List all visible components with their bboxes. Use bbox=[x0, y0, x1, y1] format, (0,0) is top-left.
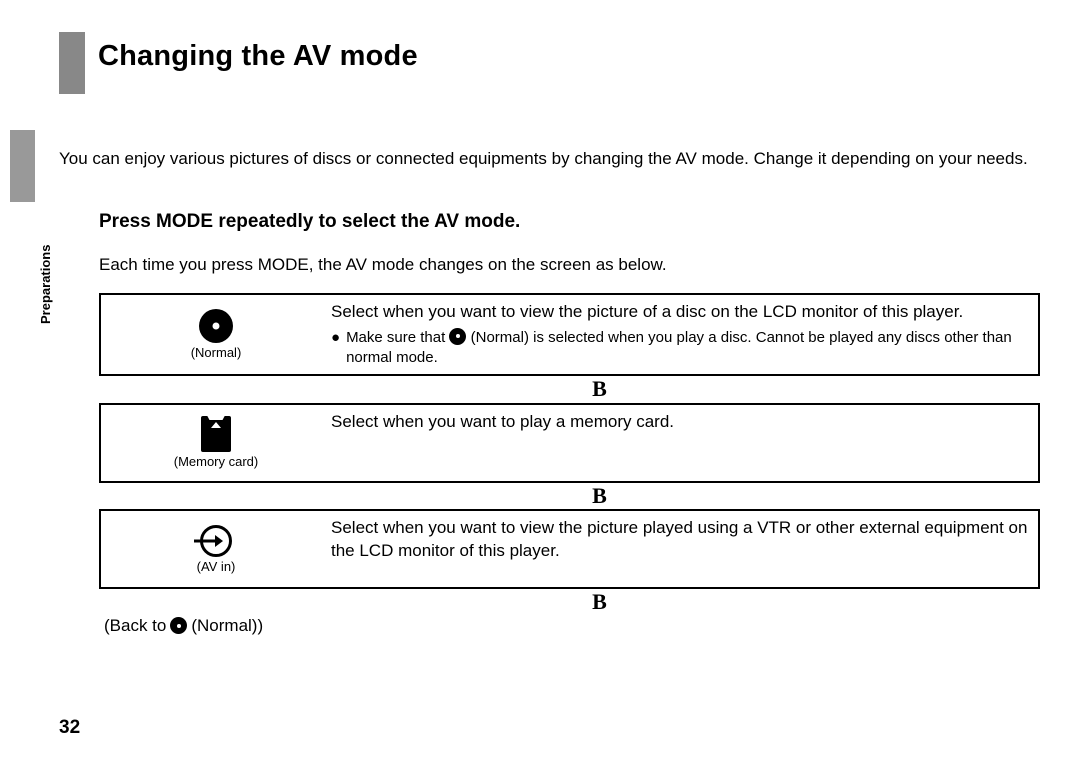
mode-row-avin: (AV in) Select when you want to view the… bbox=[99, 509, 1040, 589]
mode-caption: (Memory card) bbox=[174, 454, 259, 469]
down-arrow-2: B bbox=[99, 483, 1040, 509]
intro-text: You can enjoy various pictures of discs … bbox=[59, 147, 1040, 172]
mode-icon-cell: (Normal) bbox=[101, 295, 331, 374]
av-in-icon bbox=[200, 525, 232, 557]
sub-intro: Each time you press MODE, the AV mode ch… bbox=[99, 255, 1040, 275]
mode-row-normal: (Normal) Select when you want to view th… bbox=[99, 293, 1040, 376]
disc-icon-inline bbox=[449, 328, 466, 345]
mode-body: Select when you want to view the picture… bbox=[331, 295, 1038, 374]
mode-body: Select when you want to play a memory ca… bbox=[331, 405, 1038, 481]
sub-heading: Press MODE repeatedly to select the AV m… bbox=[99, 211, 1040, 233]
back-to-normal: (Back to (Normal)) bbox=[99, 616, 1040, 636]
note-text: Make sure that (Normal) is selected when… bbox=[346, 328, 1028, 369]
mode-icon-cell: (Memory card) bbox=[101, 405, 331, 481]
mode-caption: (AV in) bbox=[197, 559, 236, 574]
content-block: Press MODE repeatedly to select the AV m… bbox=[99, 211, 1040, 636]
mode-note: ● Make sure that (Normal) is selected wh… bbox=[331, 328, 1028, 369]
page-title: Changing the AV mode bbox=[98, 40, 418, 73]
mode-text: Select when you want to view the picture… bbox=[331, 517, 1028, 563]
sidebar-tab bbox=[10, 130, 35, 202]
down-arrow-1: B bbox=[99, 376, 1040, 402]
page-number: 32 bbox=[59, 717, 80, 739]
sidebar-label: Preparations bbox=[38, 245, 53, 324]
mode-text: Select when you want to play a memory ca… bbox=[331, 411, 1028, 434]
memory-card-icon bbox=[201, 416, 231, 452]
mode-caption: (Normal) bbox=[191, 345, 242, 360]
bullet-icon: ● bbox=[331, 330, 340, 345]
mode-icon-cell: (AV in) bbox=[101, 511, 331, 587]
down-arrow-3: B bbox=[99, 589, 1040, 615]
disc-icon bbox=[199, 309, 233, 343]
mode-body: Select when you want to view the picture… bbox=[331, 511, 1038, 587]
mode-row-memory: (Memory card) Select when you want to pl… bbox=[99, 403, 1040, 483]
disc-icon-inline bbox=[170, 617, 187, 634]
section-marker bbox=[59, 32, 85, 94]
mode-text: Select when you want to view the picture… bbox=[331, 301, 1028, 324]
